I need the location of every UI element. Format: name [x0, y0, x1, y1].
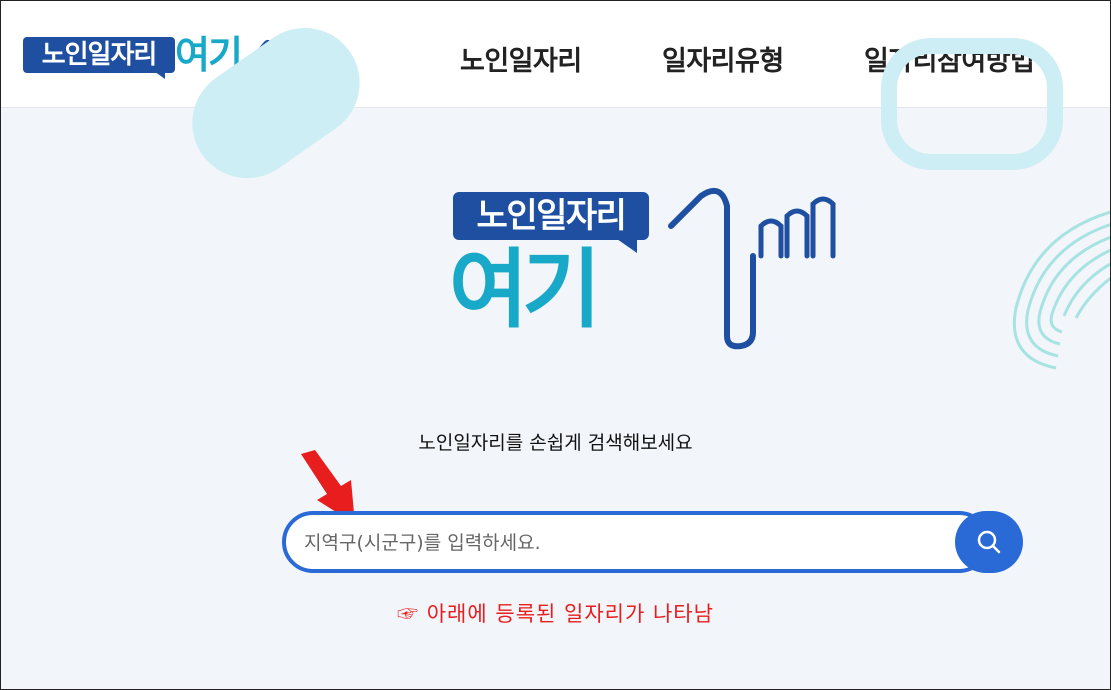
hero-logo-badge-tail — [617, 239, 637, 253]
hero-pointing-finger-icon — [668, 187, 836, 350]
search-bar — [282, 511, 1023, 573]
nav-item-senior-jobs[interactable]: 노인일자리 — [460, 39, 582, 78]
nav-item-job-types[interactable]: 일자리유형 — [662, 39, 784, 78]
search-icon — [977, 530, 1001, 554]
hero-section: 노인일자리 여기 노인일자리를 손쉽게 검색해보세요 ☞ 아래에 등 — [1, 6, 1110, 689]
hero-logo: 노인일자리 여기 — [449, 186, 859, 356]
background-stripes-decoration — [1012, 210, 1110, 370]
logo-badge-tail — [151, 69, 165, 79]
search-button[interactable] — [955, 511, 1023, 573]
hero-logo-badge: 노인일자리 — [453, 192, 649, 240]
background-ring-decoration — [881, 38, 1063, 170]
browser-frame: 노인일자리 여기 노인일자리 일자리유형 일자리참여방법 노인일자리 여기 노인… — [0, 0, 1111, 690]
hero-logo-wordmark: 여기 — [449, 240, 601, 340]
search-input[interactable] — [302, 523, 926, 563]
logo-badge: 노인일자리 — [23, 37, 175, 73]
search-field[interactable] — [282, 511, 990, 573]
hero-tagline: 노인일자리를 손쉽게 검색해보세요 — [418, 432, 693, 454]
result-hint: ☞ 아래에 등록된 일자리가 나타남 — [397, 602, 714, 626]
